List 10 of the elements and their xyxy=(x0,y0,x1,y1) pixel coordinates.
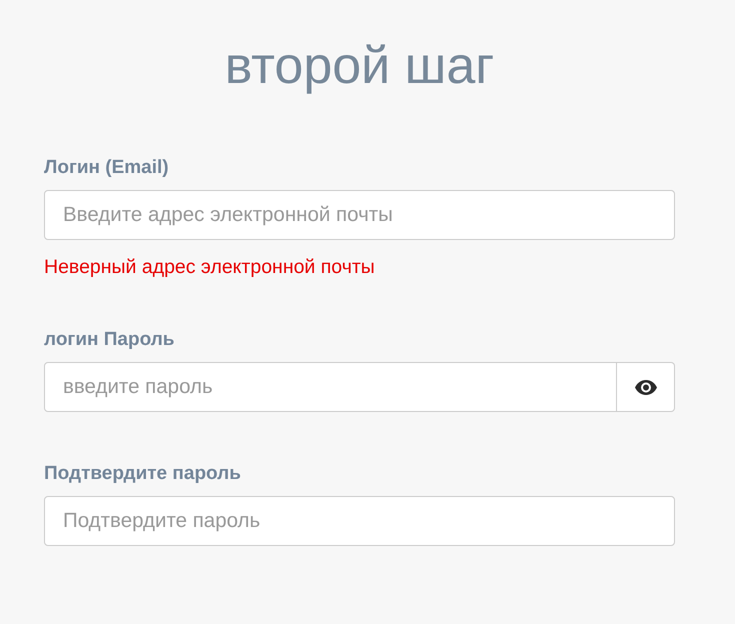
input-field[interactable]: Подтвердите пароль xyxy=(44,496,675,546)
error-message: Неверный адрес электронной почты xyxy=(44,256,375,278)
input-field[interactable]: Введите адрес электронной почты xyxy=(44,190,675,240)
field-label: Логин (Email) xyxy=(44,157,169,179)
eye-icon xyxy=(634,380,656,394)
field-label: Подтвердите пароль xyxy=(44,463,241,485)
show-password-button[interactable] xyxy=(617,362,675,412)
password-field[interactable]: введите пароль xyxy=(44,362,617,412)
page-title: второй шаг xyxy=(224,38,494,94)
field-label: логин Пароль xyxy=(44,329,174,351)
